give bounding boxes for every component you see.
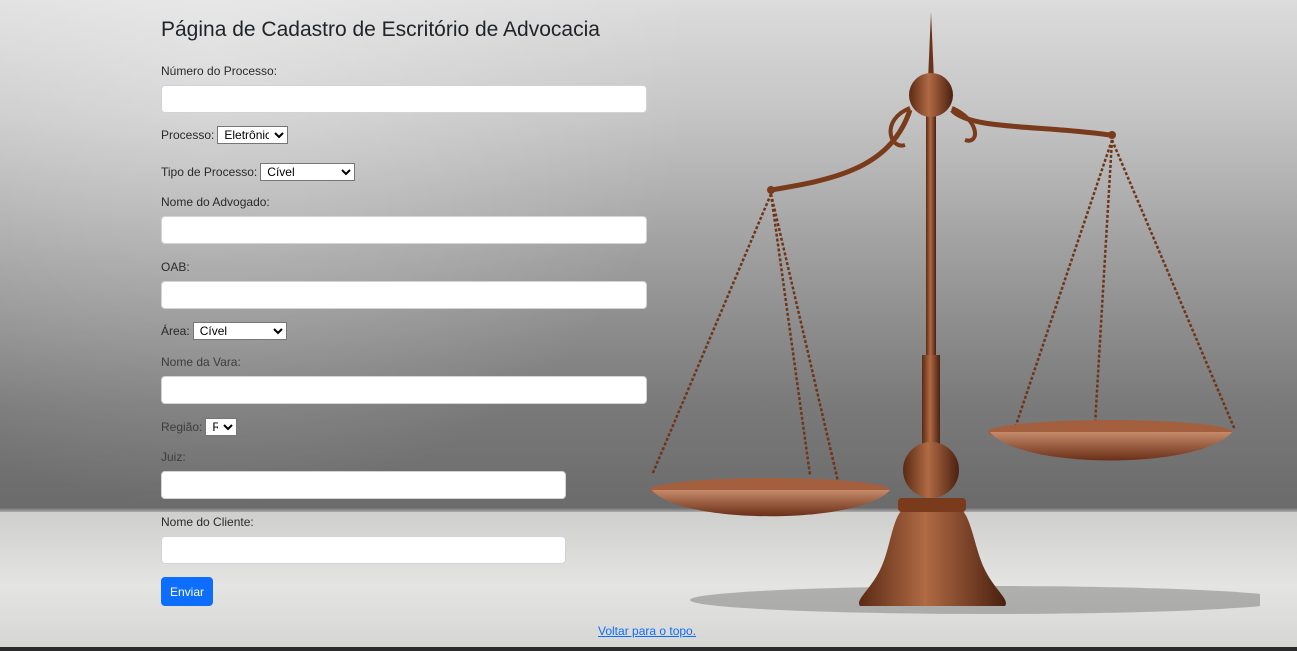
processo-row: Processo: Eletrônico <box>161 126 289 144</box>
bottom-divider <box>0 647 1297 651</box>
nome-advogado-input[interactable] <box>161 216 647 244</box>
nome-vara-input[interactable] <box>161 376 647 404</box>
oab-input[interactable] <box>161 281 647 309</box>
submit-button[interactable]: Enviar <box>161 577 213 606</box>
page-title: Página de Cadastro de Escritório de Advo… <box>161 18 600 41</box>
tipo-processo-label: Tipo de Processo: <box>161 165 258 179</box>
tipo-processo-row: Tipo de Processo: Cível <box>161 163 356 181</box>
nome-cliente-label: Nome do Cliente: <box>161 515 254 529</box>
area-label: Área: <box>161 324 190 338</box>
area-select[interactable]: Cível <box>192 322 287 340</box>
regiao-label: Região: <box>161 420 203 434</box>
processo-select[interactable]: Eletrônico <box>217 126 289 144</box>
scales-of-justice-icon <box>650 12 1260 614</box>
area-row: Área: Cível <box>161 322 287 340</box>
regiao-select[interactable]: RS <box>205 418 238 436</box>
oab-label: OAB: <box>161 260 190 274</box>
juiz-input[interactable] <box>161 471 566 499</box>
tipo-processo-select[interactable]: Cível <box>260 163 356 181</box>
nome-vara-label: Nome da Vara: <box>161 355 241 369</box>
juiz-label: Juiz: <box>161 450 186 464</box>
background-light <box>0 0 700 512</box>
back-to-top-link[interactable]: Voltar para o topo. <box>598 624 696 638</box>
processo-label: Processo: <box>161 128 215 142</box>
regiao-row: Região: RS <box>161 418 238 436</box>
numero-processo-input[interactable] <box>161 85 647 113</box>
nome-cliente-input[interactable] <box>161 536 566 564</box>
nome-advogado-label: Nome do Advogado: <box>161 195 270 209</box>
numero-processo-label: Número do Processo: <box>161 64 278 78</box>
